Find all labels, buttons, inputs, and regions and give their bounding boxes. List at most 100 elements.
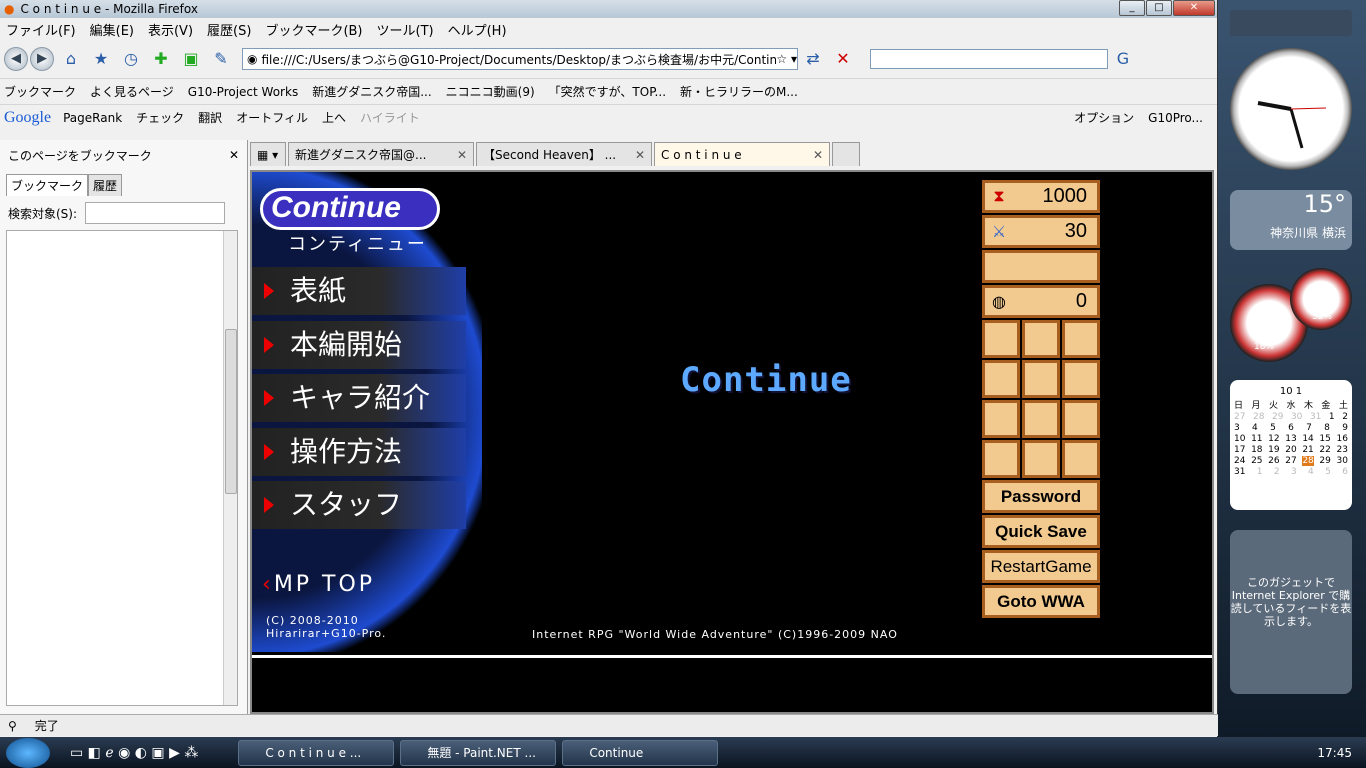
sidebar-search-input[interactable]	[85, 202, 226, 224]
search-input[interactable]	[870, 49, 1108, 69]
menu-tools[interactable]: ツール(T)	[377, 20, 434, 39]
page-content: Continue コンティニュー 表紙 本編開始 キャラ紹介 操作方法 スタッフ…	[250, 170, 1214, 714]
sidebar-tab-bookmarks[interactable]: ブックマーク	[6, 174, 89, 196]
sidebar-close-icon[interactable]: ✕	[229, 148, 239, 162]
bookmark-gdansk[interactable]: 新進グダニスク帝国...	[312, 83, 431, 100]
tab-gdansk[interactable]: 新進グダニスク帝国@... ✕	[288, 142, 474, 166]
memory-gauge: 52%	[1290, 268, 1352, 330]
url-bar[interactable]: ◉ file:///C:/Users/まつぶら@G10-Project/Docu…	[242, 48, 798, 70]
menu-staff[interactable]: スタッフ	[252, 481, 466, 529]
google-search-icon[interactable]: G	[1111, 47, 1135, 71]
item-slot[interactable]	[1022, 320, 1060, 358]
pagerank-button[interactable]: PageRank	[63, 111, 122, 125]
item-slot[interactable]	[982, 320, 1020, 358]
new-tab-button[interactable]	[832, 142, 860, 166]
bookmark-most-visited[interactable]: よく見るページ	[90, 83, 174, 100]
item-slot[interactable]	[982, 360, 1020, 398]
location: 神奈川県 横浜	[1270, 226, 1346, 240]
minimize-button[interactable]: _	[1119, 0, 1145, 16]
item-slot[interactable]	[1062, 400, 1100, 438]
options-button[interactable]: オプション	[1074, 109, 1134, 126]
g10pro-button[interactable]: G10Pro...	[1148, 111, 1203, 125]
tab-second-heaven[interactable]: 【Second Heaven】 ... ✕	[476, 142, 652, 166]
star-icon[interactable]: ★	[89, 47, 113, 71]
reload-icon[interactable]: ⇄	[801, 47, 825, 71]
scrollbar-thumb[interactable]	[225, 329, 237, 494]
menu-history[interactable]: 履歴(S)	[207, 20, 251, 39]
start-button[interactable]	[6, 737, 50, 768]
url-text[interactable]: file:///C:/Users/まつぶら@G10-Project/Docume…	[261, 51, 776, 68]
task-firefox[interactable]: C o n t i n u e ...	[238, 739, 395, 766]
quicklaunch-icons[interactable]: ▭ ◧ ℯ ◉ ◐ ▣ ▶ ⁂	[70, 745, 198, 761]
menu-characters[interactable]: キャラ紹介	[252, 374, 466, 422]
password-button[interactable]: Password	[982, 480, 1100, 513]
translate-button[interactable]: 翻訳	[198, 109, 222, 126]
menu-controls[interactable]: 操作方法	[252, 428, 466, 476]
strength-box: ⚔ 30	[982, 215, 1100, 248]
taskbar-clock[interactable]: 17:45	[1317, 746, 1352, 760]
tab-list-button[interactable]: ▦ ▾	[250, 142, 286, 166]
forward-button[interactable]: ▶	[30, 47, 54, 71]
copyright: (C) 2008-2010 Hirarirar+G10-Pro.	[266, 614, 387, 640]
item-slot[interactable]	[1062, 360, 1100, 398]
bookmark-menu[interactable]: ブックマーク	[4, 83, 76, 100]
restart-game-button[interactable]: RestartGame	[982, 550, 1100, 583]
item-slot[interactable]	[1022, 400, 1060, 438]
sidebar-list[interactable]	[6, 230, 238, 706]
mp-top-link[interactable]: ‹MP TOP	[262, 572, 375, 597]
tab-strip: ▦ ▾ 新進グダニスク帝国@... ✕ 【Second Heaven】 ... ✕ …	[250, 140, 1218, 166]
weather-gadget: 15° 神奈川県 横浜	[1230, 190, 1352, 250]
sidebar-tab-history[interactable]: 履歴	[88, 174, 123, 196]
menu-cover[interactable]: 表紙	[252, 267, 466, 315]
taskbar: ▭ ◧ ℯ ◉ ◐ ▣ ▶ ⁂ C o n t i n u e ... 無題 -…	[0, 737, 1366, 768]
back-button[interactable]: ◀	[4, 47, 28, 71]
google-logo[interactable]: Google	[4, 109, 51, 127]
menu-file[interactable]: ファイル(F)	[6, 20, 76, 39]
item-slot[interactable]	[982, 400, 1020, 438]
goto-wwa-button[interactable]: Goto WWA	[982, 585, 1100, 618]
maximize-button[interactable]: □	[1146, 0, 1172, 16]
bookmark-star-icon[interactable]: ☆ ▾	[776, 52, 797, 66]
status-text: 完了	[34, 719, 59, 733]
add-icon[interactable]: ✚	[149, 47, 173, 71]
item-slot[interactable]	[1062, 320, 1100, 358]
bookmark-g10[interactable]: G10-Project Works	[188, 85, 298, 99]
stop-icon[interactable]: ✕	[831, 47, 855, 71]
check-button[interactable]: チェック	[136, 109, 184, 126]
item-slot[interactable]	[1022, 440, 1060, 478]
home-icon[interactable]: ⌂	[59, 47, 83, 71]
task-paintnet[interactable]: 無題 - Paint.NET ...	[400, 739, 557, 766]
close-button[interactable]: ✕	[1173, 0, 1215, 16]
edit-icon[interactable]: ✎	[209, 47, 233, 71]
magnifier-icon: ⚲	[8, 718, 17, 733]
up-button[interactable]: 上へ	[322, 109, 346, 126]
highlight-button[interactable]: ハイライト	[360, 109, 420, 126]
clock-gadget	[1230, 48, 1352, 170]
quick-save-button[interactable]: Quick Save	[982, 515, 1100, 548]
menu-edit[interactable]: 編集(E)	[90, 20, 134, 39]
new-tab-icon[interactable]: ▣	[179, 47, 203, 71]
menu-help[interactable]: ヘルプ(H)	[448, 20, 507, 39]
cpu-meter-gadget: 18% 52%	[1230, 266, 1352, 362]
left-menu-panel: Continue コンティニュー 表紙 本編開始 キャラ紹介 操作方法 スタッフ…	[252, 172, 482, 652]
item-grid	[982, 320, 1100, 478]
calendar-gadget: 10 1 日月火水木金土 27 28 29 30 31 1 2 3456789 10 11 12…	[1230, 380, 1352, 510]
item-slot[interactable]	[982, 440, 1020, 478]
menu-view[interactable]: 表示(V)	[148, 20, 193, 39]
task-continue[interactable]: Continue	[562, 739, 719, 766]
weekday-row: 日月火水木金土	[1234, 401, 1348, 411]
bookmark-top[interactable]: 「突然ですが、TOP...	[549, 83, 666, 100]
feed-gadget: このガジェットで Internet Explorer で購読しているフィードを表…	[1230, 530, 1352, 694]
gadget-controls[interactable]	[1230, 10, 1352, 36]
autofill-button[interactable]: オートフィル	[236, 109, 308, 126]
sidebar-scrollbar[interactable]	[223, 231, 237, 705]
menu-bookmarks[interactable]: ブックマーク(B)	[265, 20, 362, 39]
item-slot[interactable]	[1022, 360, 1060, 398]
bookmark-hirarira[interactable]: 新・ヒラリラーのM...	[680, 83, 798, 100]
menu-start[interactable]: 本編開始	[252, 321, 466, 369]
bookmark-nicovideo[interactable]: ニコニコ動画(9)	[446, 83, 535, 100]
history-icon[interactable]: ◷	[119, 47, 143, 71]
item-slot[interactable]	[1062, 440, 1100, 478]
hp-box: ⧗ 1000	[982, 180, 1100, 213]
tab-continue[interactable]: C o n t i n u e ✕	[654, 142, 830, 166]
